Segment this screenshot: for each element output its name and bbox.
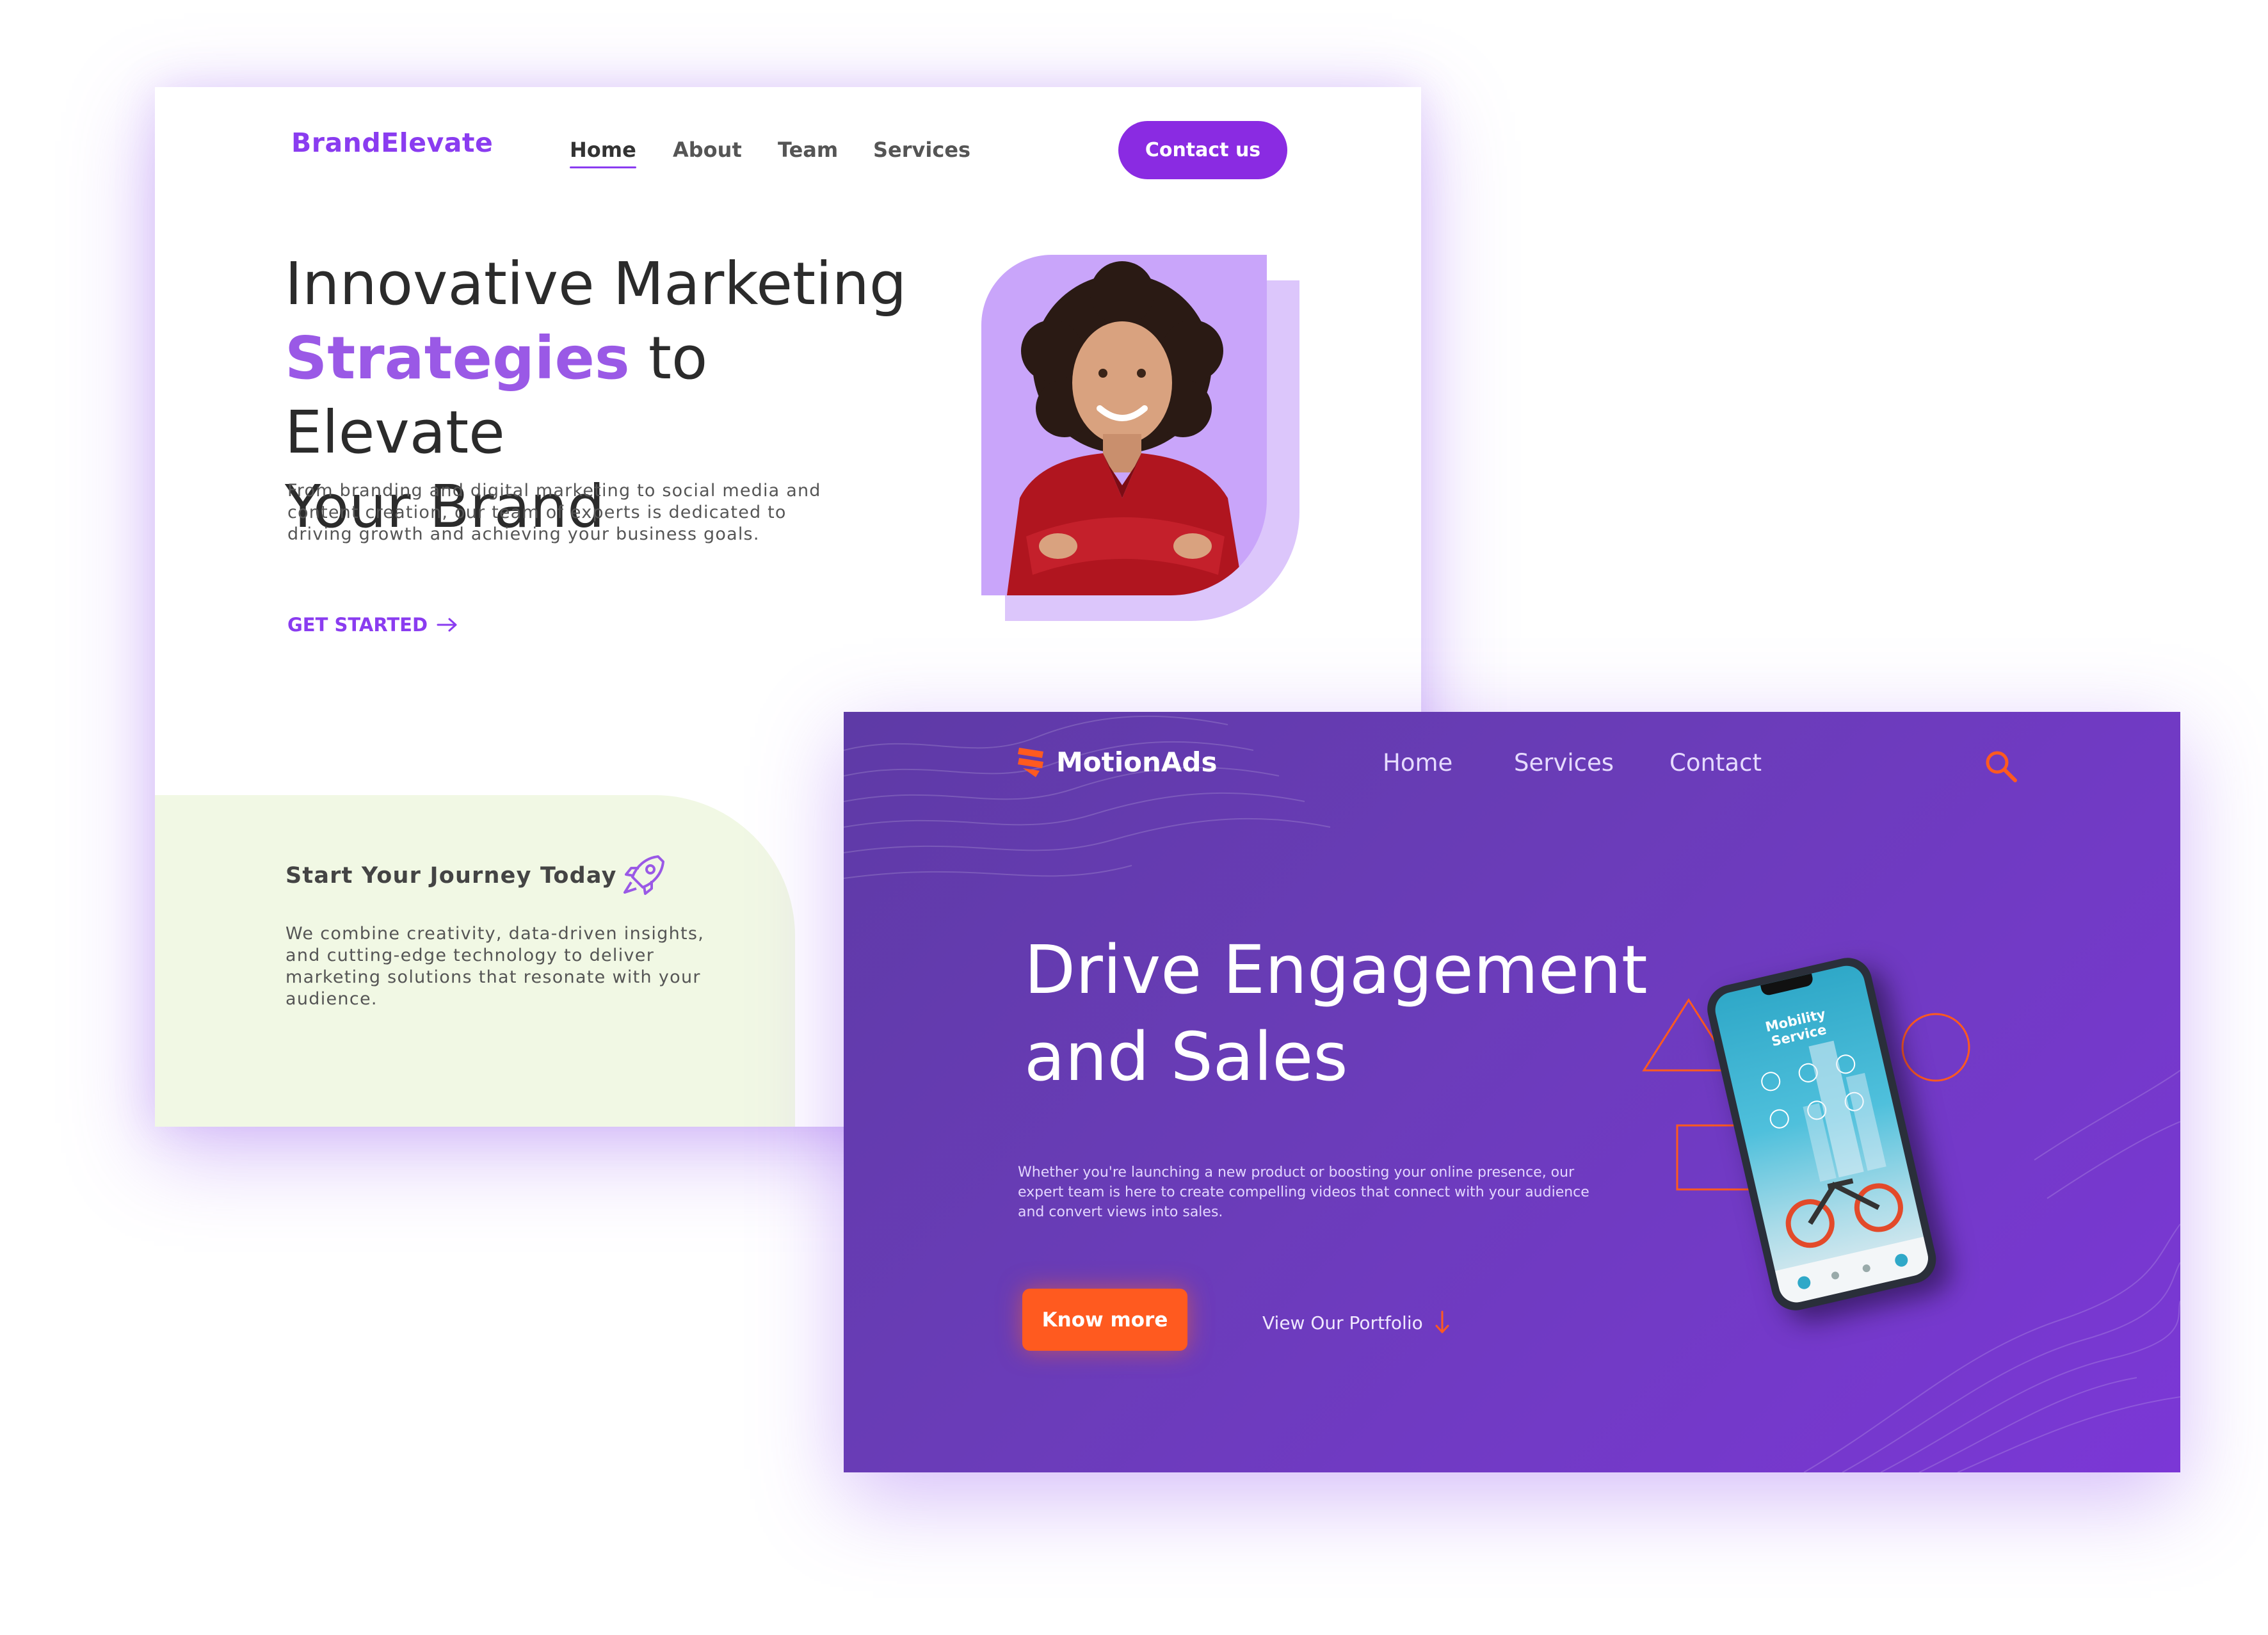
nav-item-services[interactable]: Services [1514,749,1614,777]
nav-item-services[interactable]: Services [873,138,970,162]
hero-description: Whether you're launching a new product o… [1018,1164,1589,1220]
nav-item-contact[interactable]: Contact [1669,749,1762,777]
know-more-button[interactable]: Know more [1022,1289,1187,1351]
get-started-link[interactable]: GET STARTED [287,614,458,636]
nav-item-team[interactable]: Team [778,138,838,162]
get-started-label: GET STARTED [287,614,428,636]
rocket-icon [623,855,664,895]
journey-title: Start Your Journey Today [286,863,617,889]
logo-stripes-icon [1018,748,1043,777]
arrow-down-icon [1435,1310,1449,1333]
nav-item-home[interactable]: Home [1383,749,1452,777]
arrow-right-icon [437,618,457,632]
search-icon[interactable] [1983,748,2019,784]
hero-line-2: Strategies to Elevate [285,321,912,470]
hero-heading: Drive Engagement and Sales [1024,926,1652,1100]
view-portfolio-label: View Our Portfolio [1262,1312,1423,1333]
hero-line-1: Innovative Marketing [285,250,907,318]
motionads-logo-text: MotionAds [1056,746,1218,778]
journey-description: We combine creativity, data-driven insig… [286,924,705,1009]
motionads-logo[interactable]: MotionAds [1017,745,1217,778]
hero-line-2: and Sales [1024,1018,1348,1096]
view-portfolio-link[interactable]: View Our Portfolio [1262,1310,1450,1335]
motionads-landing-card: MotionAds Home Services Contact Drive En… [844,712,2180,1472]
nav-item-about[interactable]: About [673,138,742,162]
portrait-image [981,255,1267,595]
nav-item-home[interactable]: Home [570,138,636,168]
hero-description: From branding and digital marketing to s… [287,481,821,544]
brand-logo[interactable]: BrandElevate [291,127,493,158]
hero-highlight: Strategies [285,324,630,392]
hero-line-1: Drive Engagement [1024,931,1648,1009]
contact-us-button[interactable]: Contact us [1118,121,1287,179]
